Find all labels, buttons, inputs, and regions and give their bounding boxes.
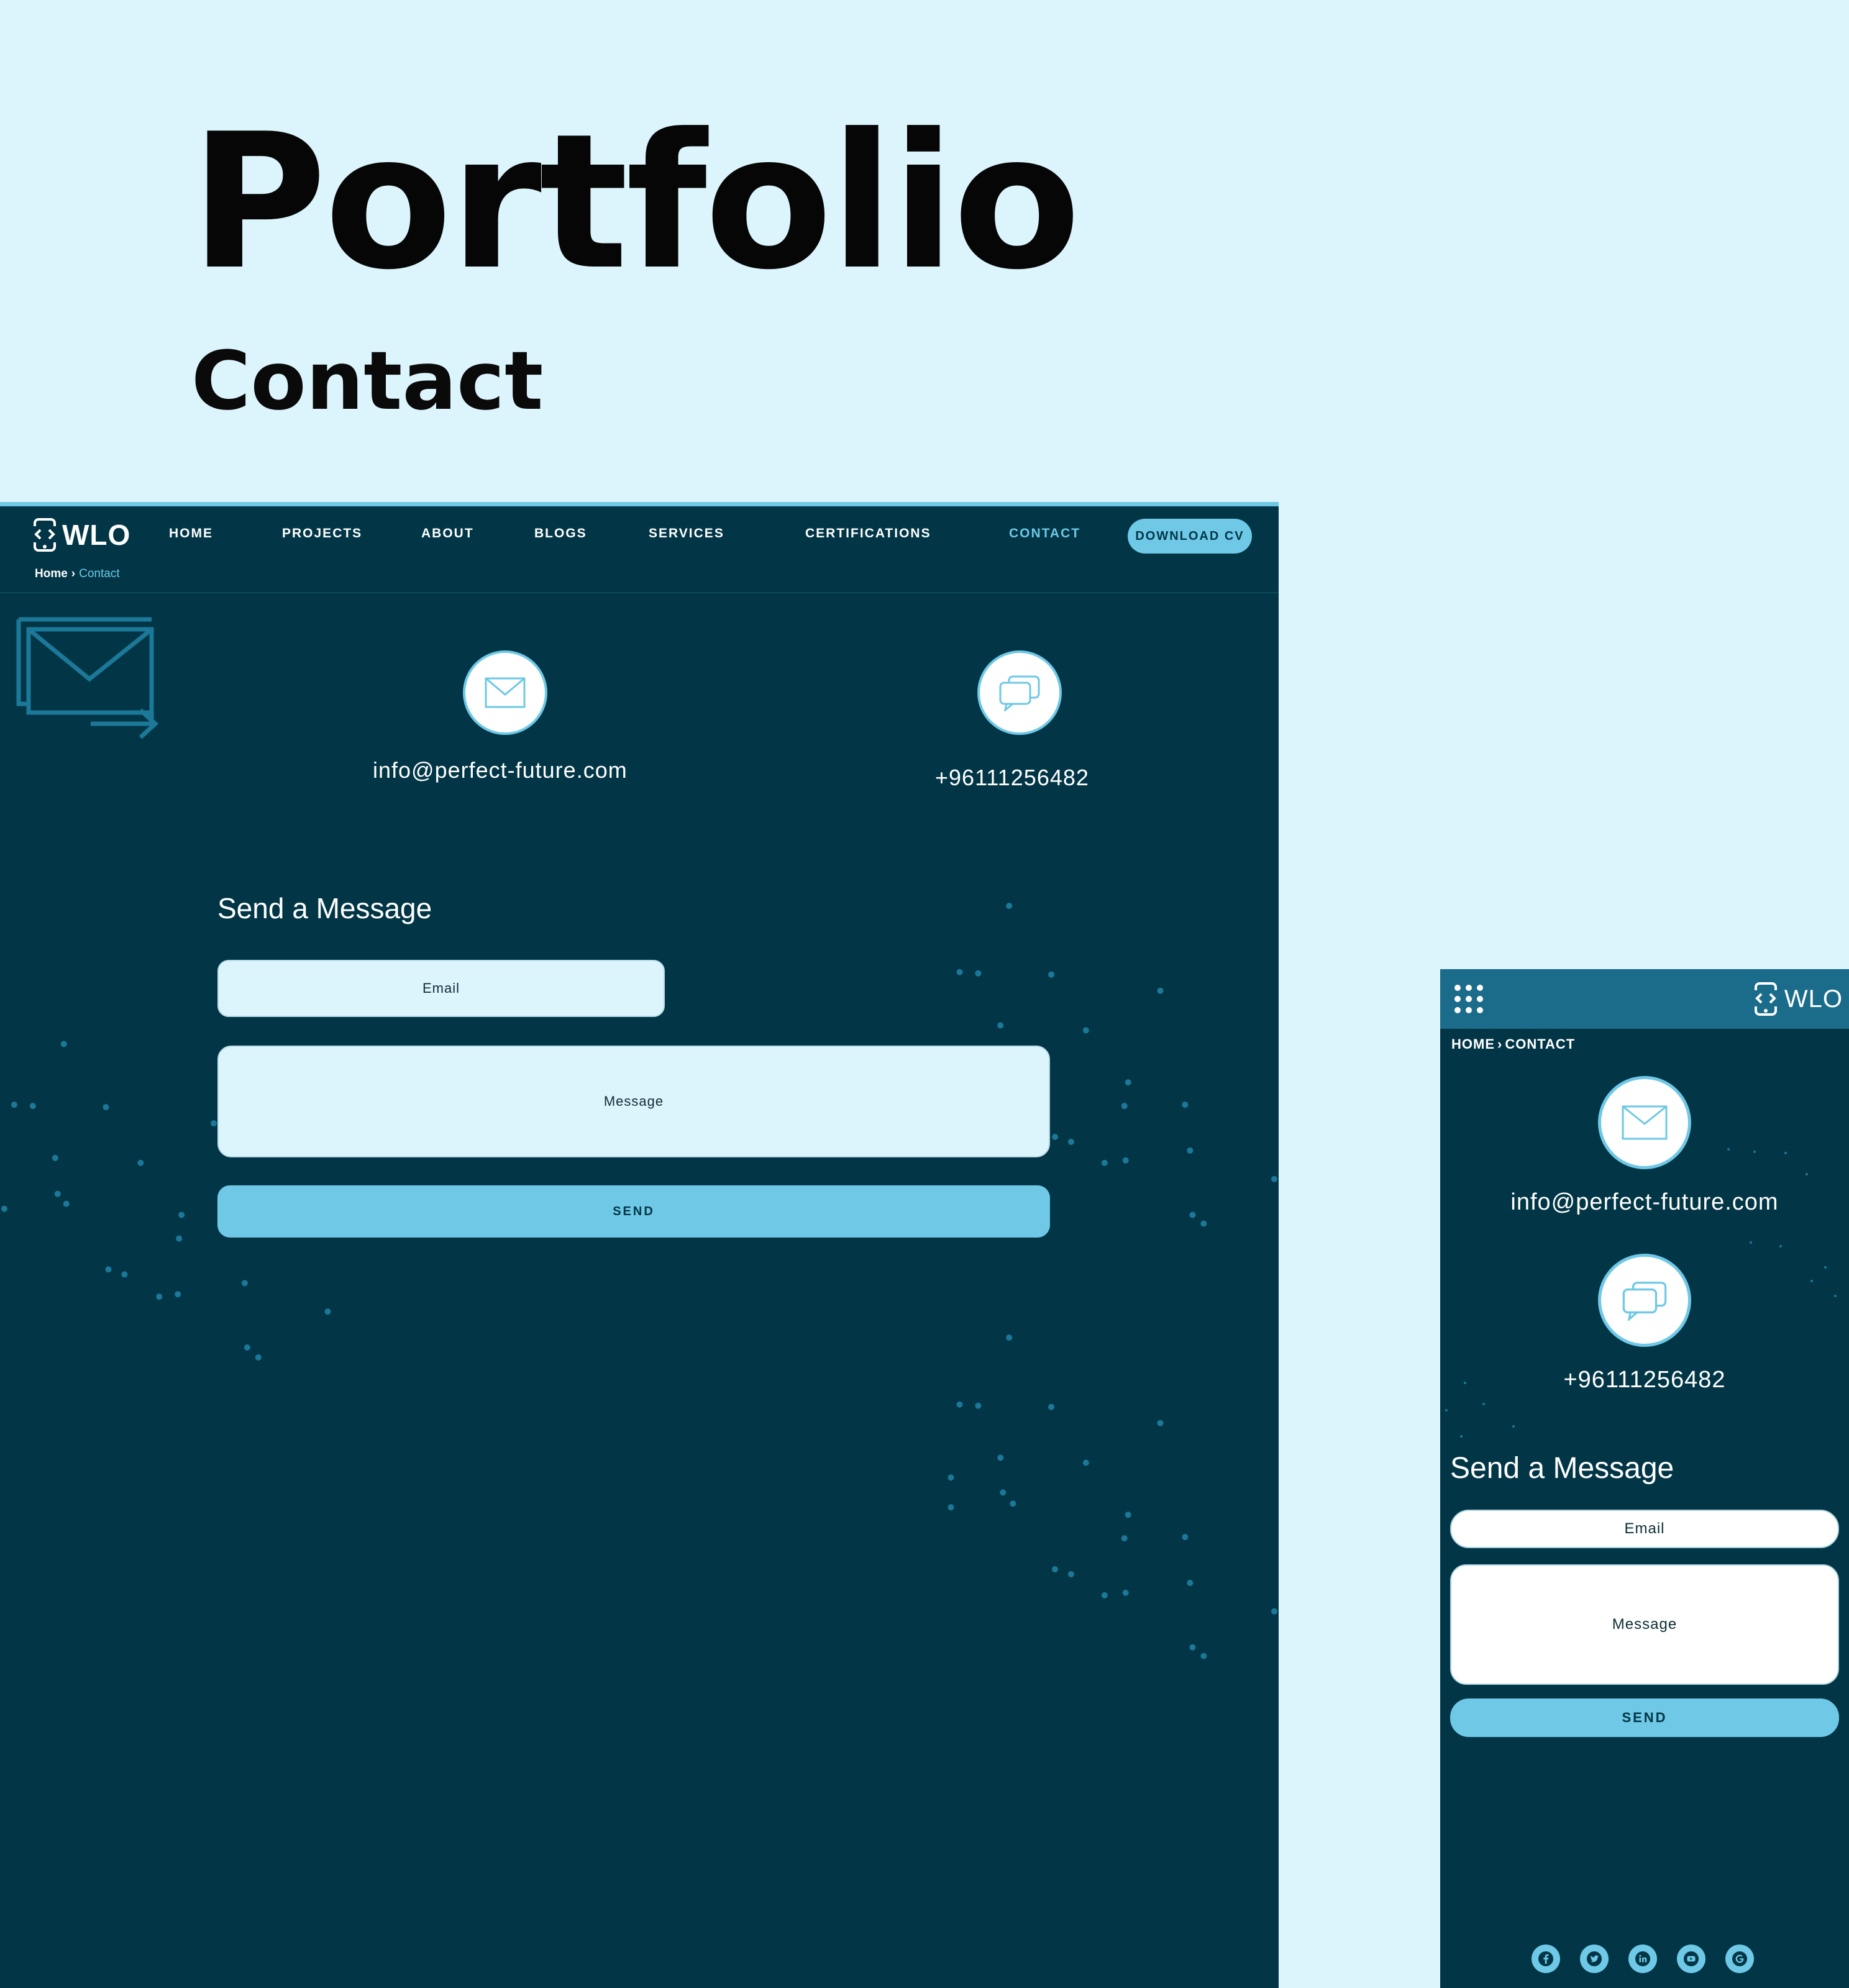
top-navigation: WLO HOME PROJECTS ABOUT BLOGS SERVICES C… xyxy=(0,506,1279,593)
nav-blogs[interactable]: BLOGS xyxy=(534,526,587,541)
page-title: Portfolio xyxy=(190,94,1081,311)
mobile-preview: WLO HOME › CONTACT info@perfect-future.com… xyxy=(1440,969,1849,1988)
breadcrumb: Home › Contact xyxy=(35,567,120,581)
nav-services[interactable]: SERVICES xyxy=(649,526,724,541)
chevron-right-icon: › xyxy=(1497,1036,1503,1052)
page-subtitle: Contact xyxy=(191,334,544,428)
mobile-logo[interactable]: WLO xyxy=(1751,982,1843,1016)
nav-certifications[interactable]: CERTIFICATIONS xyxy=(805,526,931,541)
nav-about[interactable]: ABOUT xyxy=(421,526,474,541)
breadcrumb-current: CONTACT xyxy=(1505,1036,1576,1052)
chat-bubbles-icon xyxy=(1622,1282,1667,1321)
phone-circle xyxy=(1598,1254,1691,1347)
facebook-glyph xyxy=(1538,1951,1553,1966)
email-input[interactable]: Email xyxy=(1450,1510,1839,1548)
nav-projects[interactable]: PROJECTS xyxy=(282,526,362,541)
email-circle xyxy=(1598,1076,1691,1169)
email-circle xyxy=(463,650,547,735)
envelope-send-icon xyxy=(16,617,159,739)
contact-email[interactable]: info@perfect-future.com xyxy=(373,757,628,783)
mobile-breadcrumb: HOME › CONTACT xyxy=(1451,1036,1575,1052)
nav-links: HOME PROJECTS ABOUT BLOGS SERVICES CERTI… xyxy=(0,526,1279,557)
email-input[interactable]: Email xyxy=(217,960,665,1017)
google-glyph xyxy=(1732,1951,1747,1966)
send-button[interactable]: SEND xyxy=(1450,1698,1839,1737)
message-textarea[interactable]: Message xyxy=(1450,1564,1839,1685)
envelope-icon xyxy=(485,677,526,708)
contact-email[interactable]: info@perfect-future.com xyxy=(1440,1189,1849,1216)
phone-code-icon xyxy=(1751,982,1779,1016)
contact-phone[interactable]: +96111256482 xyxy=(1440,1367,1849,1393)
breadcrumb-current: Contact xyxy=(79,567,120,580)
twitter-icon[interactable] xyxy=(1580,1945,1609,1973)
envelope-icon xyxy=(1622,1105,1668,1140)
youtube-icon[interactable] xyxy=(1677,1945,1705,1973)
breadcrumb-home[interactable]: HOME xyxy=(1451,1036,1495,1052)
phone-circle xyxy=(977,650,1062,735)
download-cv-button[interactable]: DOWNLOAD CV xyxy=(1128,519,1252,554)
chat-bubbles-icon xyxy=(999,675,1040,711)
contact-phone[interactable]: +96111256482 xyxy=(935,765,1089,791)
twitter-glyph xyxy=(1587,1951,1602,1966)
breadcrumb-home[interactable]: Home xyxy=(35,567,68,580)
nav-home[interactable]: HOME xyxy=(169,526,213,541)
form-title: Send a Message xyxy=(1450,1452,1674,1485)
mobile-header: WLO xyxy=(1440,969,1849,1029)
grid-menu-icon[interactable] xyxy=(1454,983,1484,1015)
google-icon[interactable] xyxy=(1725,1945,1754,1973)
particle-background xyxy=(1,903,1277,1659)
youtube-glyph xyxy=(1684,1951,1699,1966)
mobile-logo-text: WLO xyxy=(1784,985,1843,1013)
form-title: Send a Message xyxy=(217,892,432,924)
chevron-right-icon: › xyxy=(71,567,76,580)
send-button[interactable]: SEND xyxy=(217,1185,1050,1238)
nav-contact[interactable]: CONTACT xyxy=(1009,526,1080,541)
message-textarea[interactable]: Message xyxy=(217,1046,1050,1157)
facebook-icon[interactable] xyxy=(1532,1945,1560,1973)
desktop-preview: WLO HOME PROJECTS ABOUT BLOGS SERVICES C… xyxy=(0,502,1279,1988)
linkedin-icon[interactable] xyxy=(1628,1945,1657,1973)
linkedin-glyph xyxy=(1635,1951,1650,1966)
